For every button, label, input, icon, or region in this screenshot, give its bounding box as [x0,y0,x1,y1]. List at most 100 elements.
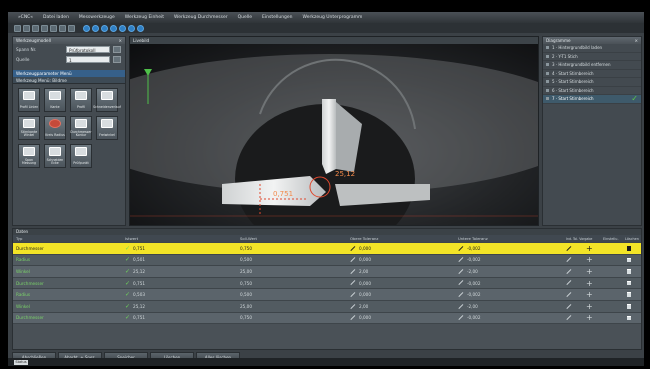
edit-tolerance-button[interactable] [566,255,575,266]
lower-tol-cell[interactable]: -0,002 [458,278,481,289]
delete-button[interactable] [627,266,631,277]
upper-tol-cell[interactable]: 0,000 [350,313,371,324]
table-row[interactable]: Durchmesser ✓ 0,751 0,750 0,000 -0,002 + [13,277,641,290]
col-delete[interactable]: Löschen [625,235,639,242]
delete-button[interactable] [627,301,631,312]
lower-tol-cell[interactable]: -0,002 [458,289,481,300]
tolerance-value: -0,002 [467,245,481,251]
tool-tile[interactable]: Prüfpunkt [70,144,92,168]
col-edit[interactable]: Ind. Tol. Vorgabe [566,235,592,242]
diagram-item[interactable]: 4 · Start Stirnbereich [543,70,641,78]
menu-item[interactable]: Messwerkzeuge [79,15,115,20]
col-actual[interactable]: Istwert [125,235,138,242]
diagram-item[interactable]: 3 · Hintergrundbild entfernen [543,61,641,70]
edit-tolerance-button[interactable] [566,301,575,312]
tool-button-blue[interactable] [83,24,90,32]
source-button[interactable] [113,56,121,63]
table-row[interactable]: Durchmesser ✓ 0,751 0,750 0,000 -0,002 + [13,243,641,255]
tool-button-blue[interactable] [128,24,135,32]
edit-tolerance-button[interactable] [566,313,575,324]
add-button[interactable]: + [586,301,593,312]
tool-button-blue[interactable] [119,24,126,32]
tool-button[interactable] [59,24,66,32]
lower-tol-cell[interactable]: -2,00 [458,301,478,312]
delete-button[interactable] [627,255,631,266]
spann-input[interactable]: Prüfprotokoll [66,46,110,53]
tool-tile[interactable]: Profil Linien [18,88,40,112]
tool-button[interactable] [68,24,75,32]
tool-button[interactable] [32,24,39,32]
camera-image[interactable]: 25,12 0,751 [130,44,538,225]
lower-tol-cell[interactable]: -0,002 [458,243,481,254]
diagram-item[interactable]: 1 · Hintergrundbild laden [543,44,641,53]
add-button[interactable]: + [586,313,593,324]
col-settings[interactable]: Einstellu. [603,235,619,242]
add-button[interactable]: + [586,278,593,289]
upper-tol-cell[interactable]: 0,000 [350,278,371,289]
source-select[interactable]: 1 [66,56,110,63]
tool-button[interactable] [14,24,21,32]
section-subheader[interactable]: Werkzeug Menü: Bildme [13,77,125,84]
diagram-item[interactable]: 5 · Start Stirnbereich [543,78,641,87]
add-button[interactable]: + [586,243,593,254]
diagram-item[interactable]: 7 · Start Stirnbereich ✓ [543,94,641,104]
diagram-item[interactable]: 2 · Y-T1 Stich [543,53,641,61]
tool-tile[interactable]: Kante [44,88,66,112]
tool-tile[interactable]: Schneiden Ecke [44,144,66,168]
menu-item[interactable]: »CNC« [18,15,33,20]
menu-item[interactable]: Datei laden [43,15,69,20]
table-row[interactable]: Durchmesser ✓ 0,751 0,750 0,000 -0,002 + [13,312,641,325]
tool-tile[interactable]: Freiwinkel [96,116,118,140]
edit-tolerance-button[interactable] [566,243,575,254]
tool-tile[interactable]: Profil [70,88,92,112]
lower-tol-cell[interactable]: -0,002 [458,255,481,266]
delete-button[interactable] [627,278,631,289]
col-feature[interactable]: Typ [16,235,22,242]
col-lower-tol[interactable]: Untere Toleranz [458,235,488,242]
menu-item[interactable]: Werkzeug Unterprogramm [303,15,363,20]
tool-button[interactable] [23,24,30,32]
tool-tile[interactable]: Span Messung [18,144,40,168]
delete-button[interactable] [627,313,631,324]
delete-button[interactable] [627,289,631,300]
add-button[interactable]: + [586,289,593,300]
diagram-item[interactable]: 6 · Start Stirnbereich [543,87,641,95]
close-icon[interactable]: × [118,37,125,44]
table-row[interactable]: Winkel ✓ 25,12 25,00 2,00 -2,00 + [13,266,641,278]
tool-tile[interactable]: Stirnkante Winkel [18,116,40,140]
menu-item[interactable]: Quelle [238,15,252,20]
tool-button[interactable] [50,24,57,32]
tool-button-blue[interactable] [110,24,117,32]
close-icon[interactable]: × [634,37,641,44]
upper-tol-cell[interactable]: 2,00 [350,301,368,312]
menu-item[interactable]: Werkzeug Durchmesser [174,15,228,20]
nominal-cell: 0,750 [240,243,252,254]
browse-button[interactable] [113,46,121,53]
upper-tol-cell[interactable]: 0,000 [350,243,371,254]
tool-button-blue[interactable] [101,24,108,32]
tool-button-blue[interactable] [92,24,99,32]
lower-tol-cell[interactable]: -2,00 [458,266,478,277]
upper-tol-cell[interactable]: 0,000 [350,255,371,266]
tool-tile[interactable]: Schneidenverlauf [93,88,121,112]
tool-tile[interactable]: Durchmesser Kontur [70,116,92,140]
add-button[interactable]: + [586,255,593,266]
col-upper-tol[interactable]: Obere Toleranz [350,235,378,242]
menu-item[interactable]: Werkzeug Einheit [125,15,164,20]
tool-button-blue[interactable] [137,24,144,32]
table-row[interactable]: Winkel ✓ 25,12 25,00 2,00 -2,00 + [13,300,641,313]
col-nominal[interactable]: Soll-Wert [240,235,257,242]
edit-tolerance-button[interactable] [566,289,575,300]
edit-tolerance-button[interactable] [566,266,575,277]
upper-tol-cell[interactable]: 0,000 [350,289,371,300]
table-row[interactable]: Radius ✓ 0,503 0,500 0,000 -0,002 + [13,289,641,301]
edit-tolerance-button[interactable] [566,278,575,289]
delete-button[interactable] [627,243,631,254]
upper-tol-cell[interactable]: 2,00 [350,266,368,277]
menu-item[interactable]: Einstellungen [262,15,293,20]
tool-button[interactable] [41,24,48,32]
lower-tol-cell[interactable]: -0,002 [458,313,481,324]
tool-tile[interactable]: Kreis Radius [44,116,66,140]
table-row[interactable]: Radius ✓ 0,501 0,500 0,000 -0,002 + [13,254,641,267]
add-button[interactable]: + [586,266,593,277]
